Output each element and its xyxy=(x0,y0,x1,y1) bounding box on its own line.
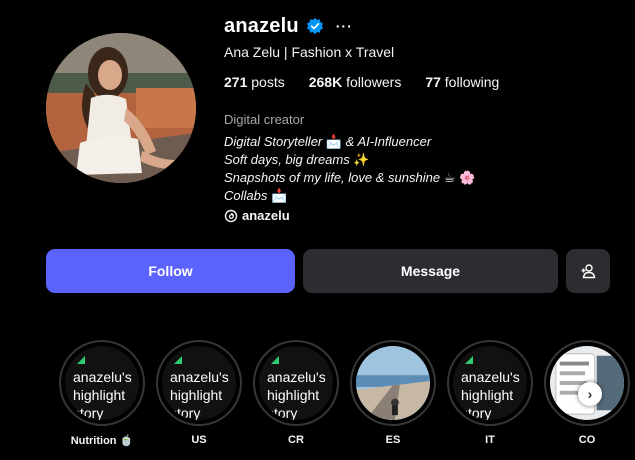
posts-label: posts xyxy=(251,74,285,90)
threads-handle: anazelu xyxy=(242,208,290,223)
following-label: following xyxy=(444,74,500,90)
highlight-cover-text: anazelu's highlight story xyxy=(461,369,520,420)
highlight-label: CR xyxy=(288,434,304,446)
highlight-item[interactable]: anazelu's highlight story IT xyxy=(446,340,534,446)
bio-line-3: Snapshots of my life, love & sunshine ☕ … xyxy=(224,169,475,187)
highlight-cover: anazelu's highlight story xyxy=(259,346,333,420)
message-button[interactable]: Message xyxy=(303,249,558,293)
highlight-label: IT xyxy=(485,434,495,446)
profile-header: anazelu ··· Ana Zelu | Fashion x Travel … xyxy=(0,0,635,460)
highlight-cover: anazelu's highlight story xyxy=(65,346,139,420)
cover-corner-icon xyxy=(174,356,182,364)
story-highlights: anazelu's highlight story Nutrition 🍵 an… xyxy=(0,340,635,460)
more-options-icon[interactable]: ··· xyxy=(336,19,353,33)
highlight-cover: anazelu's highlight story xyxy=(453,346,527,420)
highlight-cover-text: anazelu's highlight story xyxy=(170,369,229,420)
bio-line-1-tail: & AI-Influencer xyxy=(342,134,432,149)
cover-corner-icon xyxy=(271,356,279,364)
bio-line-4-text: Collabs xyxy=(224,188,271,203)
bio-line-2-text: Soft days, big dreams xyxy=(224,152,354,167)
posts-count: 271 posts xyxy=(224,74,285,90)
threads-icon xyxy=(224,209,238,223)
following-count[interactable]: 77 following xyxy=(425,74,499,90)
highlight-label: CO xyxy=(578,434,596,446)
full-name: Ana Zelu | Fashion x Travel xyxy=(224,44,395,60)
highlight-ring: anazelu's highlight story xyxy=(253,340,339,426)
profile-bio: Digital Storyteller 📩 & AI-Influencer So… xyxy=(224,133,475,205)
follow-button[interactable]: Follow xyxy=(46,249,295,293)
chevron-right-icon[interactable]: › xyxy=(578,382,602,406)
envelope-emoji-icon: 📩 xyxy=(270,188,288,203)
sparkles-emoji-icon: ✨ xyxy=(353,152,370,167)
coffee-flower-emoji-icon: ☕ 🌸 xyxy=(443,170,476,185)
highlight-label: US xyxy=(191,434,207,446)
highlight-item[interactable]: anazelu's highlight story US xyxy=(155,340,243,446)
verified-badge-icon xyxy=(306,17,324,35)
followers-count[interactable]: 268K followers xyxy=(309,74,402,90)
bio-line-1-text: Digital Storyteller xyxy=(224,134,326,149)
username-row: anazelu ··· xyxy=(224,12,353,40)
cover-corner-icon xyxy=(77,356,85,364)
highlight-ring: anazelu's highlight story xyxy=(447,340,533,426)
cover-corner-icon xyxy=(465,356,473,364)
highlight-label: Nutrition 🍵 xyxy=(70,435,134,447)
followers-value: 268K xyxy=(308,74,343,90)
highlight-item[interactable]: ES xyxy=(349,340,437,446)
highlight-cover-text: anazelu's highlight story xyxy=(73,369,132,420)
bio-line-3-text: Snapshots of my life, love & sunshine xyxy=(224,170,444,185)
following-value: 77 xyxy=(425,74,441,90)
highlight-item[interactable]: anazelu's highlight story Nutrition 🍵 xyxy=(58,340,146,447)
highlight-label: ES xyxy=(385,434,401,446)
highlight-ring xyxy=(350,340,436,426)
highlight-item[interactable]: anazelu's highlight story CR xyxy=(252,340,340,446)
posts-value: 271 xyxy=(224,74,248,90)
bio-line-4: Collabs 📩 xyxy=(224,187,475,205)
suggested-accounts-button[interactable] xyxy=(566,249,610,293)
profile-category: Digital creator xyxy=(224,112,305,127)
bio-line-2: Soft days, big dreams ✨ xyxy=(224,151,475,169)
followers-label: followers xyxy=(346,74,402,90)
highlight-cover-photo xyxy=(356,346,430,420)
highlight-cover: anazelu's highlight story xyxy=(162,346,236,420)
bio-line-1: Digital Storyteller 📩 & AI-Influencer xyxy=(224,133,475,151)
highlight-ring: anazelu's highlight story xyxy=(156,340,242,426)
avatar-photo xyxy=(46,33,196,183)
envelope-emoji-icon: 📩 xyxy=(325,134,343,149)
highlight-ring: anazelu's highlight story xyxy=(59,340,145,426)
threads-link[interactable]: anazelu xyxy=(224,208,290,223)
profile-stats: 271 posts 268K followers 77 following xyxy=(224,74,499,90)
username: anazelu xyxy=(224,14,299,37)
profile-avatar[interactable] xyxy=(46,33,196,183)
add-person-icon xyxy=(581,264,596,279)
highlight-cover-text: anazelu's highlight story xyxy=(267,369,326,420)
highlight-photo xyxy=(356,346,430,420)
